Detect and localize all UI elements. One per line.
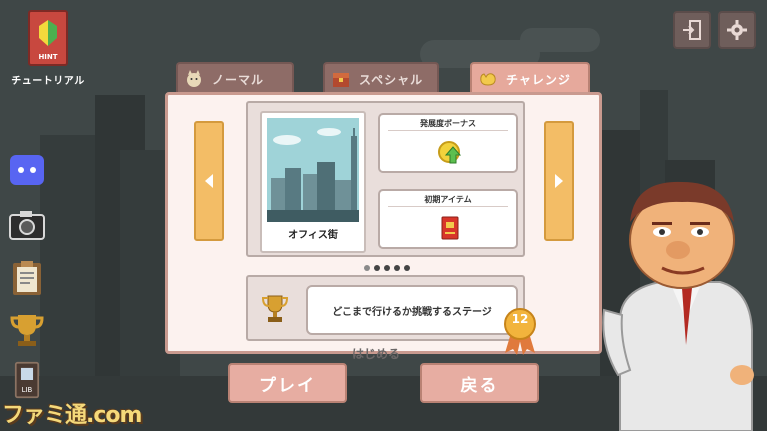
- tab-special[interactable]: スペシャル: [323, 62, 439, 94]
- tab-normal-label: ノーマル: [212, 72, 265, 87]
- watermark-logo: ファミ通.com: [2, 403, 142, 428]
- clipboard-icon: [13, 261, 41, 295]
- medal-badge: 12: [503, 307, 547, 357]
- svg-text:LIB: LIB: [22, 386, 33, 394]
- tab-normal[interactable]: ノーマル: [176, 62, 294, 94]
- stage-description: どこまで行けるか挑戦するステージ: [306, 285, 518, 335]
- discord-button[interactable]: [8, 150, 46, 190]
- library-button[interactable]: LIB: [8, 358, 46, 402]
- muscle-icon: [480, 73, 496, 86]
- cat-icon: [187, 70, 201, 87]
- stage-select-panel: オフィス街 発展度ボーナス 初期アイテム どこまで行けるか挑戦するステージ 12: [165, 92, 602, 357]
- play-button[interactable]: プレイ: [228, 363, 347, 403]
- arrow-right-icon: [555, 174, 563, 188]
- tutorial-button[interactable]: HINT チュートリアル: [8, 10, 88, 87]
- page-indicator: [364, 265, 410, 271]
- tab-challenge-label: チャレンジ: [506, 72, 571, 87]
- library-icon: LIB: [14, 361, 40, 399]
- ghost-start-label: はじめる: [352, 347, 401, 361]
- screenshot-button[interactable]: [8, 205, 46, 245]
- tab-challenge[interactable]: チャレンジ: [470, 62, 590, 94]
- next-stage-button[interactable]: [544, 121, 574, 241]
- bonus-box: 発展度ボーナス: [378, 113, 518, 173]
- coin-up-icon: [438, 141, 462, 164]
- camera-icon: [9, 211, 45, 240]
- tutorial-label: チュートリアル: [11, 76, 85, 87]
- back-button[interactable]: 戻る: [420, 363, 539, 403]
- stage-thumbnail: [267, 118, 359, 222]
- tutorial-book-icon: HINT: [28, 10, 68, 66]
- bonus-title: 発展度ボーナス: [420, 119, 476, 128]
- exit-icon: [683, 20, 701, 40]
- settings-button[interactable]: [718, 11, 756, 49]
- businessman-character: [602, 181, 754, 431]
- red-book-icon: [441, 216, 459, 240]
- arrow-left-icon: [205, 174, 213, 188]
- stage-info-area: オフィス街 発展度ボーナス 初期アイテム: [246, 101, 525, 257]
- discord-icon: [10, 155, 44, 185]
- gear-icon: [727, 20, 747, 40]
- stage-name: オフィス街: [288, 230, 338, 241]
- medal-value: 12: [511, 312, 529, 326]
- stage-card[interactable]: オフィス街: [260, 111, 366, 253]
- trophy-icon: [261, 295, 289, 322]
- missions-button[interactable]: [8, 258, 46, 298]
- stage-goal-box: どこまで行けるか挑戦するステージ: [246, 275, 525, 341]
- treasure-chest-icon: [333, 73, 349, 87]
- trophy-icon: [10, 315, 44, 346]
- prev-stage-button[interactable]: [194, 121, 224, 241]
- starting-item-box: 初期アイテム: [378, 189, 518, 249]
- exit-button[interactable]: [673, 11, 711, 49]
- item-title: 初期アイテム: [424, 195, 472, 204]
- tab-special-label: スペシャル: [359, 72, 424, 87]
- achievements-button[interactable]: [8, 310, 46, 350]
